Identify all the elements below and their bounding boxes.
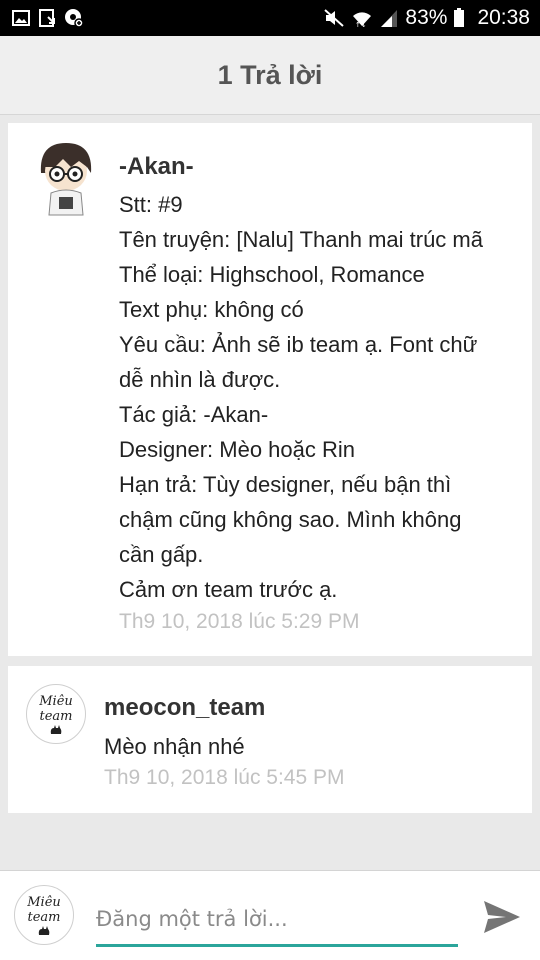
reply-post: -Akan- Stt: #9 Tên truyện: [Nalu] Thanh … (8, 123, 532, 656)
post-author[interactable]: meocon_team (104, 694, 265, 722)
clock: 20:38 (477, 6, 530, 29)
reply-post: Miêu team meocon_team Mèo nhận nhé Th9 1… (8, 666, 532, 813)
logo-line: team (27, 910, 61, 925)
wifi-icon: ↑↓ (351, 8, 373, 28)
post-timestamp: Th9 10, 2018 lúc 5:29 PM (119, 610, 360, 633)
post-body: Stt: #9 Tên truyện: [Nalu] Thanh mai trú… (119, 187, 483, 607)
post-line: Yêu cầu: Ảnh sẽ ib team ạ. Font chữ (119, 332, 478, 357)
post-author[interactable]: -Akan- (119, 153, 194, 181)
post-line: Designer: Mèo hoặc Rin (119, 437, 356, 462)
post-line: Text phụ: không có (119, 297, 304, 322)
status-bar-right: ↑↓ 83% 20:38 (323, 6, 530, 30)
status-bar-left (12, 8, 84, 28)
status-bar: ↑↓ 83% 20:38 (0, 0, 540, 36)
app-header: 1 Trả lời (0, 36, 540, 115)
post-line: Stt: #9 (119, 192, 183, 217)
post-line: chậm cũng không sao. Mình không (119, 507, 462, 532)
settings-notification-icon (64, 8, 84, 28)
reply-composer: Miêu team Đăng một trả lời... (0, 870, 540, 960)
download-icon (39, 9, 55, 27)
cat-icon (50, 725, 62, 734)
reply-placeholder: Đăng một trả lời... (96, 906, 288, 931)
signal-icon (379, 8, 399, 28)
battery-icon (453, 8, 465, 28)
post-body: Mèo nhận nhé (104, 729, 245, 764)
post-line: cần gấp. (119, 542, 204, 567)
logo-line: Miêu (39, 694, 73, 709)
post-line: Tác giả: -Akan- (119, 402, 269, 427)
reply-input[interactable]: Đăng một trả lời... (96, 893, 458, 947)
team-logo: Miêu team (27, 685, 85, 743)
post-line: Hạn trả: Tùy designer, nếu bận thì (119, 472, 452, 497)
post-line: Cảm ơn team trước ạ. (119, 577, 338, 602)
page-title: 1 Trả lời (217, 59, 323, 90)
post-timestamp: Th9 10, 2018 lúc 5:45 PM (104, 766, 345, 789)
send-button[interactable] (482, 897, 522, 937)
avatar[interactable] (33, 137, 99, 217)
avatar[interactable]: Miêu team (14, 885, 74, 945)
post-line: dễ nhìn là được. (119, 367, 281, 392)
cat-icon (38, 926, 50, 935)
post-line: Thể loại: Highschool, Romance (119, 262, 425, 287)
post-line: Mèo nhận nhé (104, 734, 245, 759)
svg-text:↑↓: ↑↓ (355, 21, 367, 28)
mute-icon (323, 8, 345, 28)
post-line: Tên truyện: [Nalu] Thanh mai trúc mã (119, 227, 483, 252)
logo-line: Miêu (27, 895, 61, 910)
logo-line: team (39, 709, 73, 724)
avatar[interactable]: Miêu team (26, 684, 86, 744)
image-icon (12, 10, 30, 26)
send-icon (484, 901, 520, 933)
team-logo: Miêu team (15, 886, 73, 944)
battery-percent: 83% (405, 6, 448, 29)
